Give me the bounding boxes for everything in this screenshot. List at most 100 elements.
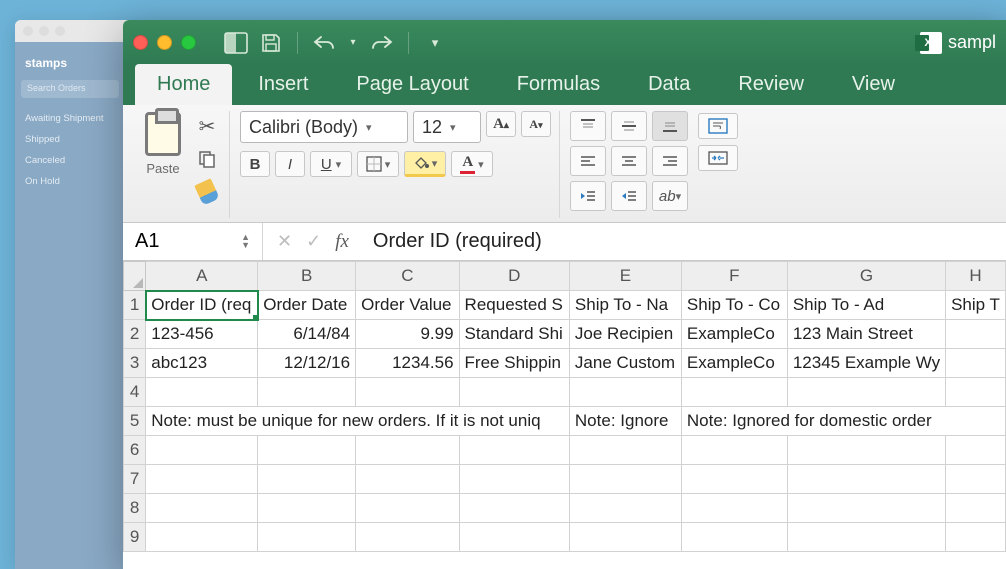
- row-header[interactable]: 9: [124, 523, 146, 552]
- cell[interactable]: [946, 378, 1006, 407]
- row-header[interactable]: 1: [124, 291, 146, 320]
- grid[interactable]: A B C D E F G H 1 Order ID (req Order Da…: [123, 261, 1006, 552]
- cell[interactable]: [258, 523, 356, 552]
- underline-button[interactable]: U▾: [310, 151, 352, 177]
- cell[interactable]: [146, 494, 258, 523]
- cell[interactable]: Requested S: [459, 291, 569, 320]
- cell[interactable]: Ship To - Ad: [787, 291, 945, 320]
- font-name-combo[interactable]: Calibri (Body)▾: [240, 111, 408, 143]
- accept-formula-button[interactable]: ✓: [306, 231, 321, 252]
- tab-page-layout[interactable]: Page Layout: [334, 64, 490, 105]
- column-header[interactable]: A: [146, 262, 258, 291]
- row-header[interactable]: 2: [124, 320, 146, 349]
- cell[interactable]: [681, 378, 787, 407]
- row-header[interactable]: 3: [124, 349, 146, 378]
- cell[interactable]: ExampleCo: [681, 349, 787, 378]
- column-header[interactable]: D: [459, 262, 569, 291]
- cell[interactable]: Order ID (req: [146, 291, 258, 320]
- cell[interactable]: [787, 523, 945, 552]
- cell[interactable]: Ship To - Co: [681, 291, 787, 320]
- cell[interactable]: [459, 436, 569, 465]
- row-header[interactable]: 5: [124, 407, 146, 436]
- cell[interactable]: [459, 378, 569, 407]
- cell[interactable]: 9.99: [356, 320, 459, 349]
- cell[interactable]: [946, 494, 1006, 523]
- column-header[interactable]: F: [681, 262, 787, 291]
- cell[interactable]: Standard Shi: [459, 320, 569, 349]
- close-window-button[interactable]: [133, 35, 148, 50]
- cell[interactable]: [569, 523, 681, 552]
- row-header[interactable]: 4: [124, 378, 146, 407]
- borders-button[interactable]: ▾: [357, 151, 399, 177]
- cell[interactable]: Ship To - Na: [569, 291, 681, 320]
- row-header[interactable]: 7: [124, 465, 146, 494]
- zoom-window-button[interactable]: [181, 35, 196, 50]
- quick-access-customize[interactable]: ▾: [422, 30, 448, 56]
- cell[interactable]: [681, 436, 787, 465]
- cell[interactable]: [459, 465, 569, 494]
- copy-button[interactable]: [193, 146, 221, 172]
- orientation-button[interactable]: ab▾: [652, 181, 688, 211]
- cell[interactable]: [258, 436, 356, 465]
- cell[interactable]: [946, 320, 1006, 349]
- tab-home[interactable]: Home: [135, 64, 232, 105]
- fill-color-button[interactable]: ▾: [404, 151, 446, 177]
- tab-insert[interactable]: Insert: [236, 64, 330, 105]
- cell[interactable]: abc123: [146, 349, 258, 378]
- decrease-font-button[interactable]: A▾: [521, 111, 551, 137]
- cell[interactable]: [946, 436, 1006, 465]
- merge-center-button[interactable]: [698, 145, 738, 171]
- italic-button[interactable]: I: [275, 151, 305, 177]
- cell[interactable]: ExampleCo: [681, 320, 787, 349]
- cell[interactable]: [569, 378, 681, 407]
- cell[interactable]: [787, 378, 945, 407]
- cell[interactable]: [787, 494, 945, 523]
- minimize-window-button[interactable]: [157, 35, 172, 50]
- cell[interactable]: [569, 494, 681, 523]
- align-right-button[interactable]: [652, 146, 688, 176]
- cell[interactable]: 12/12/16: [258, 349, 356, 378]
- cell[interactable]: [946, 523, 1006, 552]
- cell[interactable]: [681, 523, 787, 552]
- cell[interactable]: [459, 494, 569, 523]
- format-painter-button[interactable]: [193, 179, 221, 205]
- cell[interactable]: [569, 465, 681, 494]
- cell[interactable]: 6/14/84: [258, 320, 356, 349]
- cell[interactable]: [258, 378, 356, 407]
- align-top-button[interactable]: [570, 111, 606, 141]
- cell[interactable]: [787, 436, 945, 465]
- font-size-combo[interactable]: 12▾: [413, 111, 481, 143]
- name-box[interactable]: A1 ▲▼: [123, 223, 263, 260]
- column-header[interactable]: B: [258, 262, 356, 291]
- autosave-toggle[interactable]: [223, 30, 249, 56]
- increase-indent-button[interactable]: [611, 181, 647, 211]
- cell[interactable]: [146, 436, 258, 465]
- cell[interactable]: Joe Recipien: [569, 320, 681, 349]
- cell[interactable]: [146, 465, 258, 494]
- tab-formulas[interactable]: Formulas: [495, 64, 622, 105]
- cell[interactable]: 1234.56: [356, 349, 459, 378]
- redo-button[interactable]: [369, 30, 395, 56]
- align-left-button[interactable]: [570, 146, 606, 176]
- tab-review[interactable]: Review: [716, 64, 826, 105]
- select-all-corner[interactable]: [124, 262, 146, 291]
- font-color-button[interactable]: A ▾: [451, 151, 493, 177]
- cell[interactable]: Order Value: [356, 291, 459, 320]
- row-header[interactable]: 8: [124, 494, 146, 523]
- cell[interactable]: [946, 465, 1006, 494]
- cell[interactable]: Ship T: [946, 291, 1006, 320]
- cell[interactable]: [569, 436, 681, 465]
- cell[interactable]: [787, 465, 945, 494]
- cell[interactable]: [356, 378, 459, 407]
- paste-button[interactable]: Paste: [139, 111, 187, 176]
- row-header[interactable]: 6: [124, 436, 146, 465]
- cell[interactable]: 12345 Example Wy: [787, 349, 945, 378]
- formula-input[interactable]: Order ID (required): [363, 230, 1006, 253]
- cell[interactable]: 123-456: [146, 320, 258, 349]
- cell[interactable]: [356, 465, 459, 494]
- tab-view[interactable]: View: [830, 64, 917, 105]
- undo-button[interactable]: [311, 30, 337, 56]
- cell[interactable]: 123 Main Street: [787, 320, 945, 349]
- column-header[interactable]: E: [569, 262, 681, 291]
- align-center-button[interactable]: [611, 146, 647, 176]
